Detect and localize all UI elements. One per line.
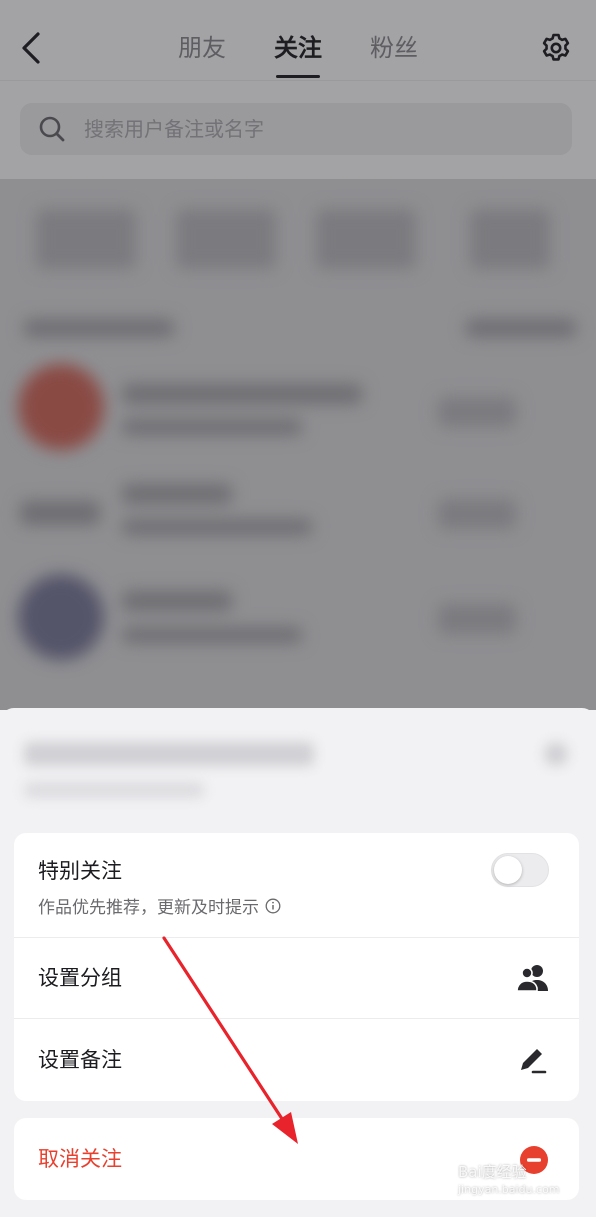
tab-bar: 朋友 关注 粉丝 [0, 30, 596, 78]
tab-following[interactable]: 关注 [250, 30, 346, 78]
special-follow-title: 特别关注 [38, 859, 122, 883]
pencil-icon [521, 1049, 547, 1074]
dimmed-background[interactable]: 朋友 关注 粉丝 搜索用户备注或名字 [0, 0, 596, 710]
blurred-following-list [0, 179, 596, 710]
special-follow-subtitle-wrap: 作品优先推荐，更新及时提示 [38, 893, 281, 918]
set-remark-row[interactable]: 设置备注 [14, 1018, 579, 1102]
baidu-watermark: Bai度经验 jingyan.baidu.com [458, 1163, 560, 1199]
top-bar: 朋友 关注 粉丝 [0, 0, 596, 81]
search-icon [39, 116, 65, 142]
tab-friends[interactable]: 朋友 [154, 30, 250, 66]
follow-options-sheet: 特别关注 作品优先推荐，更新及时提示 设置分组 设置备注 取消关注 [0, 708, 596, 1217]
options-card: 特别关注 作品优先推荐，更新及时提示 设置分组 设置备注 [14, 833, 579, 1101]
unfollow-label: 取消关注 [38, 1147, 122, 1171]
special-follow-toggle[interactable] [491, 853, 549, 887]
set-remark-label: 设置备注 [38, 1048, 122, 1072]
settings-button[interactable] [540, 32, 572, 64]
watermark-url: jingyan.baidu.com [458, 1183, 560, 1196]
special-follow-subtitle: 作品优先推荐，更新及时提示 [38, 898, 259, 918]
toggle-knob [494, 856, 522, 884]
search-placeholder: 搜索用户备注或名字 [84, 117, 264, 141]
users-icon [516, 965, 548, 992]
watermark-brand: Bai度经验 [458, 1163, 527, 1181]
search-input[interactable]: 搜索用户备注或名字 [20, 103, 572, 155]
search-row: 搜索用户备注或名字 [0, 81, 596, 179]
special-follow-row: 特别关注 作品优先推荐，更新及时提示 [14, 833, 579, 937]
info-icon[interactable] [265, 898, 281, 914]
set-group-label: 设置分组 [38, 966, 122, 990]
tab-fans[interactable]: 粉丝 [346, 30, 442, 66]
gear-icon [542, 33, 570, 61]
set-group-row[interactable]: 设置分组 [14, 937, 579, 1019]
